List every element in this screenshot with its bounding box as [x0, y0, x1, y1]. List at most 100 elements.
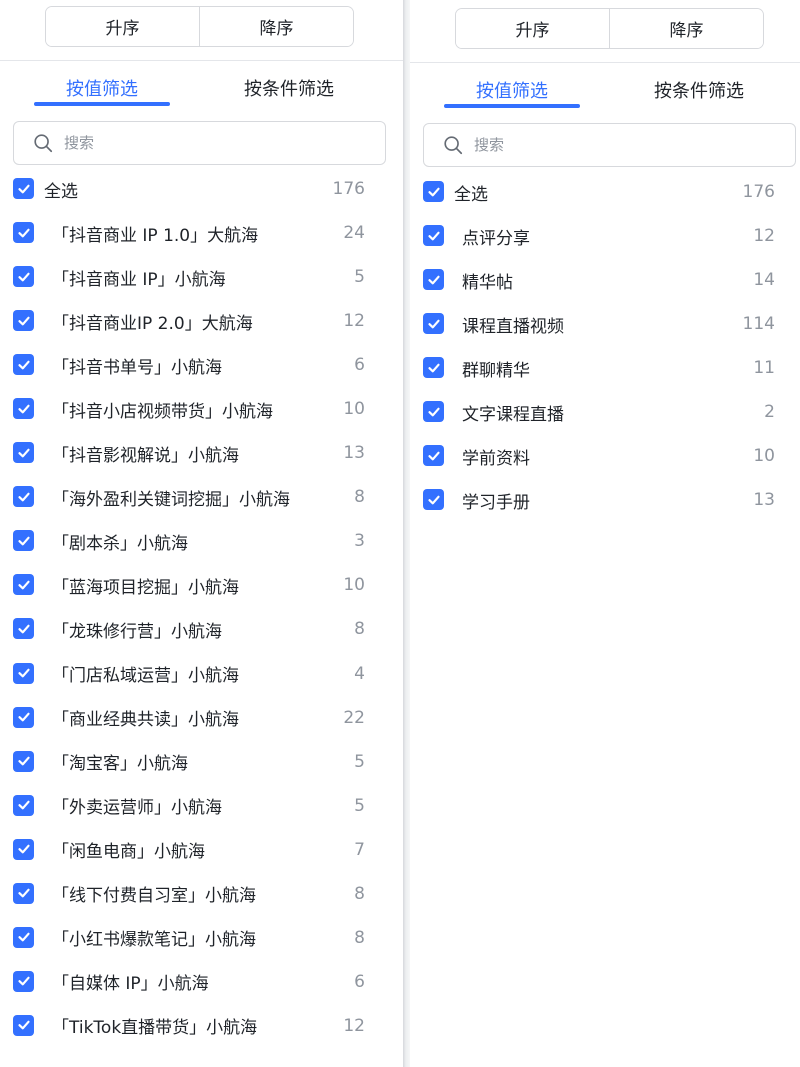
checkmark-icon — [427, 363, 440, 373]
item-label: 「抖音影视解说」小航海 — [52, 445, 239, 466]
sort-descending-button[interactable]: 降序 — [609, 9, 763, 48]
item-label: 精华帖 — [462, 272, 513, 293]
item-checkbox[interactable] — [423, 225, 444, 247]
divider-line — [0, 60, 403, 61]
checkmark-icon — [427, 407, 440, 417]
item-count: 6 — [354, 971, 365, 992]
item-checkbox[interactable] — [423, 489, 444, 511]
list-item[interactable]: 「龙珠修行营」小航海 8 — [0, 607, 403, 651]
item-checkbox[interactable] — [13, 354, 34, 376]
list-item[interactable]: 「抖音影视解说」小航海 13 — [0, 431, 403, 475]
item-checkbox[interactable] — [13, 618, 34, 640]
checkmark-icon — [17, 977, 30, 986]
item-label: 「抖音书单号」小航海 — [52, 357, 222, 378]
item-count: 2 — [764, 402, 775, 423]
search-box[interactable] — [13, 121, 386, 165]
item-checkbox[interactable] — [13, 442, 34, 464]
item-checkbox[interactable] — [13, 574, 34, 596]
item-count: 12 — [343, 311, 365, 332]
list-item[interactable]: 「抖音小店视频带货」小航海 10 — [0, 387, 403, 431]
sort-descending-button[interactable]: 降序 — [199, 7, 353, 46]
item-checkbox[interactable] — [13, 222, 34, 244]
item-label: 点评分享 — [462, 228, 530, 249]
item-checkbox[interactable] — [13, 1014, 34, 1036]
item-label: 「小红书爆款笔记」小航海 — [52, 930, 256, 951]
select-all-checkbox[interactable] — [13, 178, 34, 199]
list-item[interactable]: 课程直播视频 114 — [410, 302, 800, 346]
select-all-checkbox[interactable] — [423, 181, 444, 202]
list-item[interactable]: 精华帖 14 — [410, 258, 800, 302]
checkmark-icon — [17, 1021, 30, 1030]
checkmark-icon — [427, 451, 440, 461]
item-count: 12 — [343, 1015, 365, 1036]
search-icon — [444, 136, 463, 155]
checkmark-icon — [17, 448, 30, 458]
item-count: 11 — [753, 358, 775, 379]
item-count: 13 — [753, 490, 775, 511]
list-item[interactable]: 学前资料 10 — [410, 434, 800, 478]
item-checkbox[interactable] — [13, 266, 34, 288]
checkmark-icon — [17, 228, 30, 237]
item-checkbox[interactable] — [423, 313, 444, 335]
item-checkbox[interactable] — [423, 269, 444, 291]
list-item[interactable]: 「抖音商业 IP 1.0」大航海 24 — [0, 211, 403, 255]
item-checkbox[interactable] — [13, 970, 34, 992]
item-checkbox[interactable] — [423, 401, 444, 423]
list-item[interactable]: 「抖音商业IP 2.0」大航海 12 — [0, 299, 403, 343]
item-checkbox[interactable] — [13, 398, 34, 420]
list-item[interactable]: 「淘宝客」小航海 5 — [0, 740, 403, 784]
select-all-row[interactable]: 全选 176 — [410, 170, 800, 214]
item-checkbox[interactable] — [13, 926, 34, 948]
list-item[interactable]: 「线下付费自习室」小航海 8 — [0, 872, 403, 916]
list-item[interactable]: 「抖音书单号」小航海 6 — [0, 343, 403, 387]
item-checkbox[interactable] — [13, 310, 34, 332]
item-label: 文字课程直播 — [462, 404, 564, 425]
item-label: 课程直播视频 — [462, 316, 564, 337]
item-checkbox[interactable] — [13, 530, 34, 552]
list-item[interactable]: 「门店私域运营」小航海 4 — [0, 652, 403, 696]
list-item[interactable]: 「剧本杀」小航海 3 — [0, 519, 403, 563]
checkmark-icon — [17, 624, 30, 634]
search-box[interactable] — [423, 123, 796, 167]
item-count: 14 — [753, 270, 775, 291]
checkmark-icon — [427, 495, 440, 505]
checkmark-icon — [17, 272, 30, 281]
list-item[interactable]: 「抖音商业 IP」小航海 5 — [0, 255, 403, 299]
tab-filter-by-condition[interactable]: 按条件筛选 — [626, 68, 772, 112]
list-item[interactable]: 「TikTok直播带货」小航海 12 — [0, 1004, 403, 1048]
item-checkbox[interactable] — [13, 486, 34, 508]
item-checkbox[interactable] — [423, 445, 444, 467]
item-label: 「线下付费自习室」小航海 — [52, 886, 256, 907]
list-item[interactable]: 文字课程直播 2 — [410, 390, 800, 434]
item-checkbox[interactable] — [423, 357, 444, 379]
list-item[interactable]: 「小红书爆款笔记」小航海 8 — [0, 916, 403, 960]
select-all-label: 全选 — [44, 181, 78, 202]
sort-ascending-button[interactable]: 升序 — [456, 9, 609, 48]
list-item[interactable]: 点评分享 12 — [410, 214, 800, 258]
list-item[interactable]: 「自媒体 IP」小航海 6 — [0, 960, 403, 1004]
select-all-row[interactable]: 全选 176 — [0, 167, 403, 211]
list-item[interactable]: 群聊精华 11 — [410, 346, 800, 390]
sort-button-group: 升序 降序 — [45, 6, 354, 47]
item-checkbox[interactable] — [13, 662, 34, 684]
search-input[interactable] — [474, 136, 734, 154]
list-item[interactable]: 「蓝海项目挖掘」小航海 10 — [0, 563, 403, 607]
list-item[interactable]: 「海外盈利关键词挖掘」小航海 8 — [0, 475, 403, 519]
item-checkbox[interactable] — [13, 794, 34, 816]
list-item[interactable]: 「外卖运营师」小航海 5 — [0, 784, 403, 828]
list-item[interactable]: 「闲鱼电商」小航海 7 — [0, 828, 403, 872]
item-checkbox[interactable] — [13, 882, 34, 904]
item-count: 8 — [354, 487, 365, 508]
item-count: 13 — [343, 443, 365, 464]
search-input[interactable] — [64, 134, 324, 152]
checkmark-icon — [17, 800, 30, 810]
checkmark-icon — [17, 712, 30, 722]
list-item[interactable]: 「商业经典共读」小航海 22 — [0, 696, 403, 740]
sort-ascending-button[interactable]: 升序 — [46, 7, 199, 46]
item-label: 「商业经典共读」小航海 — [52, 710, 239, 731]
list-item[interactable]: 学习手册 13 — [410, 478, 800, 522]
item-checkbox[interactable] — [13, 838, 34, 860]
item-checkbox[interactable] — [13, 750, 34, 772]
tab-filter-by-condition[interactable]: 按条件筛选 — [216, 66, 362, 110]
item-checkbox[interactable] — [13, 706, 34, 728]
